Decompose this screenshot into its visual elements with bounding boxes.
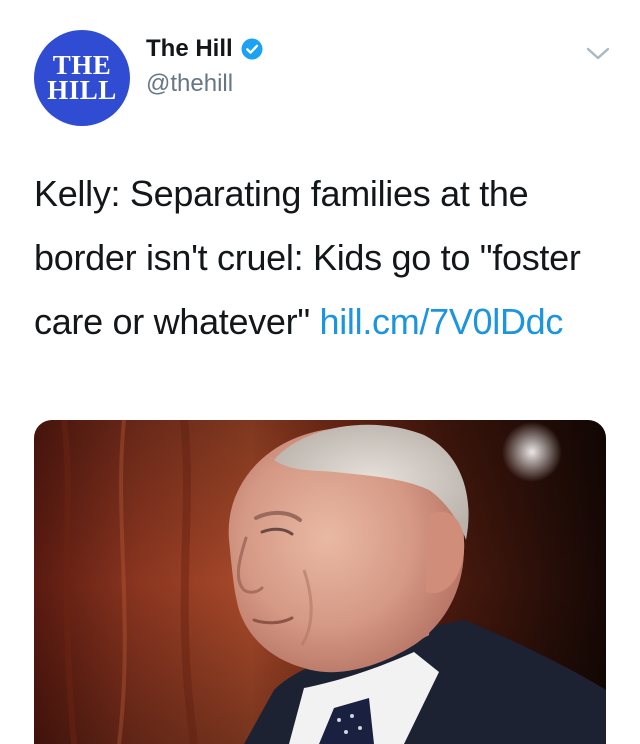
chevron-down-icon[interactable] bbox=[584, 44, 612, 64]
handle[interactable]: @thehill bbox=[146, 70, 263, 98]
avatar-text-line-2: HILL bbox=[47, 75, 117, 105]
verified-badge-icon bbox=[241, 38, 263, 60]
tweet-card[interactable]: THE HILL The Hill @thehill Kelly: Separa… bbox=[0, 0, 640, 744]
tweet-header: The Hill @thehill bbox=[146, 32, 263, 98]
photo-image bbox=[34, 420, 606, 744]
name-row: The Hill bbox=[146, 32, 263, 66]
tweet-text: Kelly: Separating families at the border… bbox=[34, 162, 604, 354]
avatar[interactable]: THE HILL bbox=[34, 30, 130, 126]
display-name[interactable]: The Hill bbox=[146, 35, 233, 63]
tweet-link[interactable]: hill.cm/7V0lDdc bbox=[320, 301, 564, 342]
tweet-media-photo[interactable] bbox=[34, 420, 606, 744]
